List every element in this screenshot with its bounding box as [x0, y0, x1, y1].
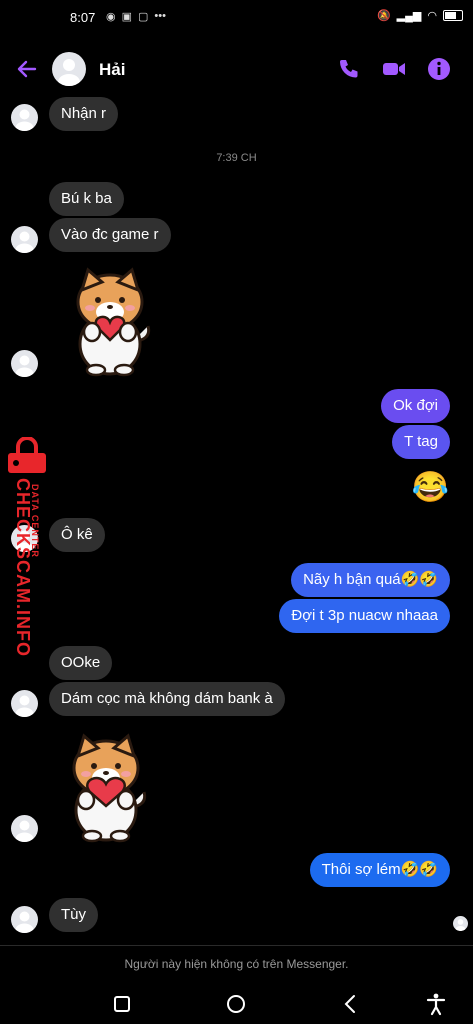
phone-icon[interactable]	[336, 56, 362, 82]
message-bubble[interactable]: Nhận r	[49, 97, 119, 131]
read-receipt-avatar	[453, 916, 468, 931]
info-icon[interactable]	[426, 56, 452, 82]
wifi-icon: ◠	[427, 10, 437, 22]
back-icon[interactable]	[336, 990, 364, 1018]
mute-icon: 🔕	[376, 10, 391, 22]
avatar[interactable]	[52, 52, 86, 86]
timestamp: 7:39 CH	[216, 152, 257, 164]
message-bubble[interactable]: Vào đc game r	[49, 218, 171, 252]
screenshot-icon: ▢	[138, 11, 149, 23]
status-time: 8:07	[70, 10, 96, 25]
avatar	[11, 690, 38, 717]
signal-icon: ▂▄▆	[396, 10, 422, 22]
status-bar: 8:07 ◉ ▣ ▢ ••• 🔕 ▂▄▆ ◠	[0, 0, 473, 34]
messenger-icon: ◉	[106, 11, 116, 23]
accessibility-icon[interactable]	[422, 990, 450, 1018]
status-left-icons: ◉ ▣ ▢ •••	[106, 10, 166, 23]
avatar	[11, 226, 38, 253]
video-icon[interactable]	[381, 56, 407, 82]
avatar	[11, 906, 38, 933]
message-bubble[interactable]: Tùy	[49, 898, 99, 932]
unavailable-note: Người này hiện không có trên Messenger.	[0, 945, 473, 980]
watermark-subtext: DATA CENTER	[30, 484, 40, 558]
message-bubble[interactable]: Thôi sợ lém🤣🤣	[309, 853, 450, 887]
message-bubble[interactable]: Dám cọc mà không dám bank à	[49, 682, 285, 716]
avatar	[11, 104, 38, 131]
avatar	[11, 350, 38, 377]
contact-name[interactable]: Hải	[99, 60, 125, 80]
message-bubble[interactable]: Ok đợi	[381, 389, 450, 423]
laughing-emoji[interactable]: 😂	[412, 470, 449, 506]
chat-header: Hải	[0, 44, 473, 96]
message-bubble[interactable]: Nãy h bận quá🤣🤣	[291, 563, 450, 597]
shiba-heart-sticker[interactable]	[62, 262, 154, 378]
battery-icon	[443, 10, 463, 21]
home-icon[interactable]	[222, 990, 250, 1018]
avatar	[11, 815, 38, 842]
status-right: 🔕 ▂▄▆ ◠	[377, 9, 463, 22]
message-bubble[interactable]: Ô kê	[49, 518, 105, 552]
more-icon: •••	[154, 10, 166, 22]
notification-icon: ▣	[121, 11, 133, 23]
message-bubble[interactable]: Bú k ba	[49, 182, 124, 216]
message-bubble[interactable]: Đợi t 3p nuacw nhaaa	[279, 599, 450, 633]
message-bubble[interactable]: T tag	[392, 425, 450, 459]
message-bubble[interactable]: OOke	[49, 646, 113, 680]
back-arrow-icon[interactable]	[14, 56, 40, 82]
system-navbar	[0, 982, 473, 1024]
shiba-heart-sticker[interactable]	[58, 728, 150, 844]
recent-apps-icon[interactable]	[108, 990, 136, 1018]
